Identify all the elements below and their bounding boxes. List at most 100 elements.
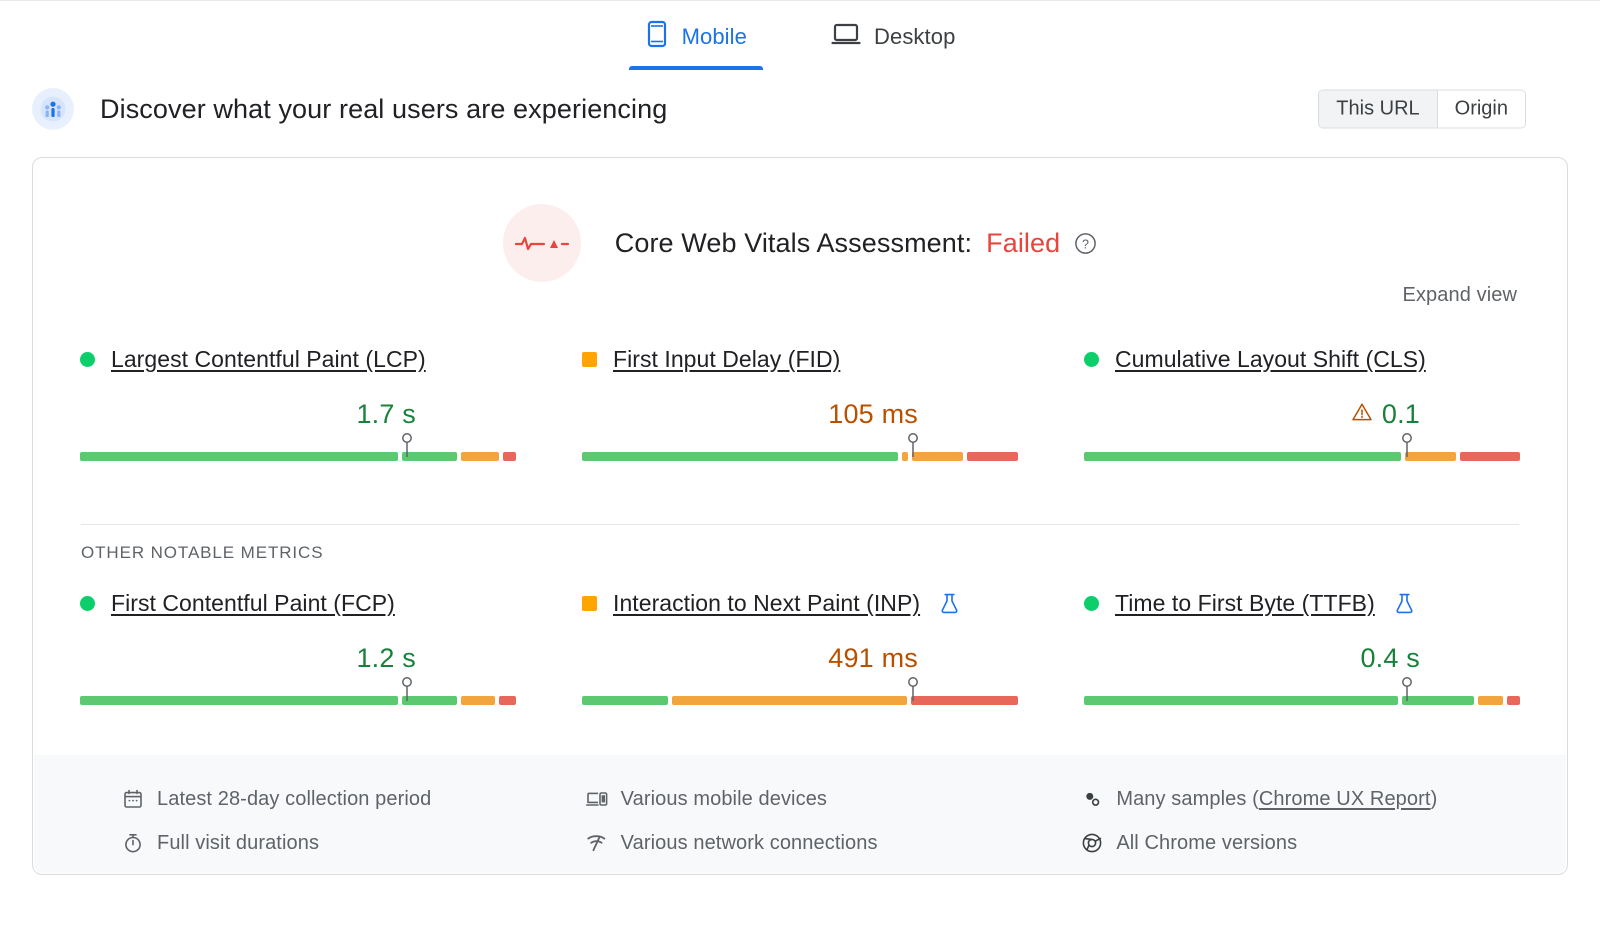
segment-good <box>1084 696 1398 705</box>
device-tabs: Mobile Desktop <box>0 14 1600 70</box>
metric-fid-value-row: 105 ms <box>582 390 1018 438</box>
stopwatch-icon <box>122 832 144 854</box>
tab-desktop[interactable]: Desktop <box>815 14 971 70</box>
metric-ttfb-value-row: 0.4 s <box>1084 634 1520 682</box>
flask-icon <box>939 592 960 615</box>
status-dot-good-icon <box>80 596 95 611</box>
segment-good <box>582 696 668 705</box>
distribution-bar <box>1084 696 1520 705</box>
segment-good <box>1084 452 1401 461</box>
segment-good <box>80 696 398 705</box>
metric-fcp-value: 1.2 s <box>356 643 416 674</box>
status-badge: Failed <box>986 228 1060 259</box>
metric-ttfb-link[interactable]: Time to First Byte (TTFB) <box>1115 590 1375 617</box>
metric-fid-header: First Input Delay (FID) <box>582 344 1018 374</box>
flask-icon <box>1394 592 1415 615</box>
core-web-vitals-assessment: Core Web Vitals Assessment: Failed ? <box>33 204 1567 282</box>
metric-fid-link[interactable]: First Input Delay (FID) <box>613 346 840 373</box>
pulse-line-icon <box>503 204 581 282</box>
metric-cls-link[interactable]: Cumulative Layout Shift (CLS) <box>1115 346 1426 373</box>
chrome-ux-report-link[interactable]: Chrome UX Report <box>1259 788 1431 810</box>
tab-mobile[interactable]: Mobile <box>629 14 763 70</box>
metric-inp-header: Interaction to Next Paint (INP) <box>582 588 1018 618</box>
distribution-bar <box>1084 452 1520 461</box>
footnote-visit-durations: Full visit durations <box>122 821 545 865</box>
metric-inp: Interaction to Next Paint (INP) 491 ms <box>549 588 1051 710</box>
footnote-network: Various network connections <box>586 821 1056 865</box>
status-dot-good-icon <box>80 352 95 367</box>
distribution-bar <box>582 696 1018 705</box>
help-circle-icon[interactable]: ? <box>1074 232 1097 255</box>
calendar-icon <box>122 788 144 810</box>
metric-lcp-value-row: 1.7 s <box>80 390 516 438</box>
metric-ttfb-distribution <box>1084 684 1520 710</box>
metric-lcp-distribution <box>80 440 516 466</box>
tab-desktop-label: Desktop <box>874 26 955 48</box>
other-metrics-heading: OTHER NOTABLE METRICS <box>81 543 323 563</box>
laptop-icon <box>831 20 861 54</box>
metric-ttfb-header: Time to First Byte (TTFB) <box>1084 588 1520 618</box>
metric-fcp-link[interactable]: First Contentful Paint (FCP) <box>111 590 395 617</box>
footnote-column-3: Many samples (Chrome UX Report) All Chro… <box>1055 777 1566 873</box>
value-marker-pin-icon <box>1400 432 1414 460</box>
segment-poor <box>503 452 516 461</box>
segment-good <box>80 452 398 461</box>
footnote-collection-period: Latest 28-day collection period <box>122 777 545 821</box>
scope-this-url-button[interactable]: This URL <box>1319 91 1436 128</box>
metric-fid-value: 105 ms <box>828 399 918 430</box>
footnote-devices-label: Various mobile devices <box>621 788 827 811</box>
status-dot-good-icon <box>1084 352 1099 367</box>
distribution-bar <box>582 452 1018 461</box>
metric-inp-distribution <box>582 684 1018 710</box>
value-marker-pin-icon <box>906 676 920 704</box>
footnote-column-2: Various mobile devices Various network c… <box>545 777 1056 873</box>
status-square-needs-improvement-icon <box>582 596 597 611</box>
segment-needs-improvement <box>461 696 495 705</box>
chrome-icon <box>1081 832 1103 854</box>
section-divider <box>81 524 1519 525</box>
footnote-network-label: Various network connections <box>621 832 878 855</box>
footnote-samples-text: Many samples (Chrome UX Report) <box>1116 788 1437 811</box>
footnote-chrome-versions-label: All Chrome versions <box>1116 832 1297 855</box>
expand-view-button[interactable]: Expand view <box>1403 284 1518 307</box>
status-dot-good-icon <box>1084 596 1099 611</box>
value-marker-pin-icon <box>906 432 920 460</box>
segment-good <box>582 452 898 461</box>
status-square-needs-improvement-icon <box>582 352 597 367</box>
segment-poor <box>911 696 1018 705</box>
metric-ttfb-value: 0.4 s <box>1360 643 1420 674</box>
collection-details-footnote: Latest 28-day collection period Full vis… <box>34 755 1566 873</box>
metric-fcp: First Contentful Paint (FCP) 1.2 s <box>47 588 549 710</box>
devices-icon <box>586 788 608 810</box>
footnote-chrome-versions: All Chrome versions <box>1081 821 1566 865</box>
metric-cls-value-row: 0.1 <box>1084 390 1520 438</box>
metric-cls: Cumulative Layout Shift (CLS) 0.1 <box>1051 344 1553 466</box>
footnote-visit-durations-label: Full visit durations <box>157 832 319 855</box>
footnote-samples: Many samples (Chrome UX Report) <box>1081 777 1566 821</box>
segment-needs-improvement <box>1478 696 1503 705</box>
segment-needs-improvement <box>672 696 907 705</box>
scope-toggle: This URL Origin <box>1318 90 1526 129</box>
scope-origin-button[interactable]: Origin <box>1437 91 1525 128</box>
distribution-bar <box>80 696 516 705</box>
metric-cls-header: Cumulative Layout Shift (CLS) <box>1084 344 1520 374</box>
mobile-phone-icon <box>645 20 669 54</box>
warning-triangle-icon <box>1351 401 1373 428</box>
network-signal-icon <box>586 832 608 854</box>
metric-lcp-value: 1.7 s <box>356 399 416 430</box>
metric-inp-link[interactable]: Interaction to Next Paint (INP) <box>613 590 920 617</box>
samples-dots-icon <box>1081 788 1103 810</box>
active-tab-underline <box>629 66 763 70</box>
value-marker-pin-icon <box>400 676 414 704</box>
metric-lcp-link[interactable]: Largest Contentful Paint (LCP) <box>111 346 426 373</box>
metric-fcp-header: First Contentful Paint (FCP) <box>80 588 516 618</box>
core-metrics-grid: Largest Contentful Paint (LCP) 1.7 s <box>33 344 1567 466</box>
distribution-bar <box>80 452 516 461</box>
footnote-column-1: Latest 28-day collection period Full vis… <box>34 777 545 873</box>
field-data-header: Discover what your real users are experi… <box>32 86 1568 132</box>
metric-fcp-distribution <box>80 684 516 710</box>
metric-ttfb: Time to First Byte (TTFB) 0.4 s <box>1051 588 1553 710</box>
tab-mobile-label: Mobile <box>682 26 747 48</box>
assessment-text: Core Web Vitals Assessment: Failed ? <box>615 228 1098 259</box>
segment-poor <box>967 452 1018 461</box>
